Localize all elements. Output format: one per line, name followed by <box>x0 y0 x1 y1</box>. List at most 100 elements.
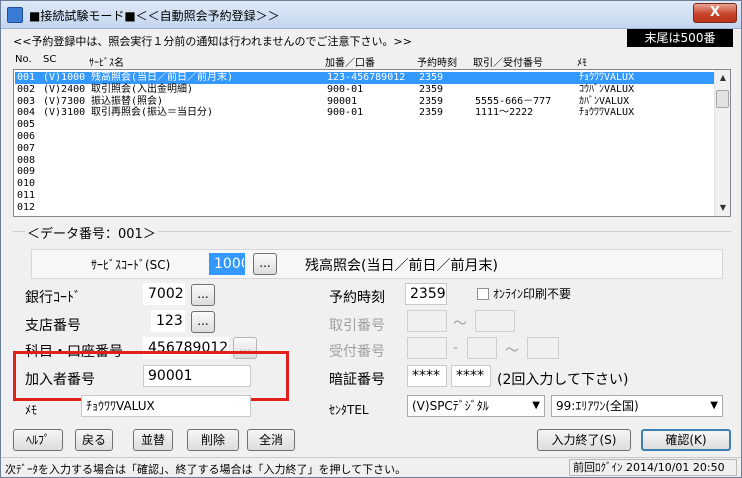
list-item[interactable]: 008 <box>15 155 715 167</box>
col-time: 予約時刻 <box>417 58 457 69</box>
list-item[interactable]: 010 <box>15 178 715 190</box>
pin-field-1[interactable]: **** <box>407 365 447 387</box>
time-label: 予約時刻 <box>329 290 385 306</box>
pin-label: 暗証番号 <box>329 372 385 388</box>
txn-tilde: ～ <box>453 316 467 332</box>
data-number-label: ＜データ番号：001＞ <box>25 223 158 242</box>
memo-field[interactable]: ﾁｮｳﾜﾜVALUX <box>81 395 251 417</box>
delete-button[interactable]: 削除 <box>187 429 239 451</box>
list-cell-name: 残高照会(当日／前日／前月末) <box>91 72 234 83</box>
branch-label: 支店番号 <box>25 318 81 334</box>
finish-input-button[interactable]: 入力終了(S) <box>537 429 631 451</box>
pin-hint: (2回入力して下さい) <box>497 372 629 388</box>
list-item[interactable]: 004 (V)3100 取引再照会(振込＝当日分) 900-01 2359 1111～22… <box>15 107 715 119</box>
txn-number-field-1[interactable] <box>407 310 447 332</box>
area-value: 99:ｴﾘｱﾜﾝ(全国) <box>556 399 639 413</box>
list-cell-no: 004 <box>17 107 36 119</box>
receipt-field-2[interactable] <box>467 337 497 359</box>
help-button[interactable]: ﾍﾙﾌﾟ <box>13 429 63 451</box>
list-cell-memo: ﾁｮｳﾜﾜVALUX <box>579 72 635 83</box>
list-cell-no: 012 <box>17 201 36 213</box>
list-item[interactable]: 002 (V)2400 取引照会(入出金明細) 900-01 2359 ｺｳﾊﾞﾝVALU… <box>15 84 715 96</box>
memo-label: ﾒﾓ <box>25 403 38 417</box>
list-cell-memo: ｺｳﾊﾞﾝVALUX <box>579 83 635 95</box>
status-bar: 次ﾃﾞｰﾀを入力する場合は「確認」、終了する場合は「入力終了」を押して下さい。 … <box>1 457 741 477</box>
list-cell-time: 2359 <box>419 83 444 95</box>
confirm-button[interactable]: 確認(K) <box>641 429 731 451</box>
receipt-field-1[interactable] <box>407 337 447 359</box>
online-print-label: ｵﾝﾗｲﾝ印刷不要 <box>493 287 572 301</box>
center-tel-label: ｾﾝﾀTEL <box>329 403 369 417</box>
receipt-field-3[interactable] <box>527 337 559 359</box>
bank-code-lookup-button[interactable]: ... <box>191 284 215 306</box>
col-no: No. <box>15 54 32 65</box>
list-cell-acct: 900-01 <box>327 83 364 95</box>
list-item[interactable]: 011 <box>15 190 715 202</box>
list-item[interactable]: 003 (V)7300 振込振替(照会) 90001 2359 5555-666－777 ｶ… <box>15 96 715 108</box>
scroll-up-icon[interactable]: ▲ <box>715 70 731 86</box>
list-item[interactable]: 001 (V)1000 残高照会(当日／前日／前月末) 123-456789012 23… <box>15 72 715 84</box>
service-name-text: 残高照会(当日／前日／前月末) <box>305 258 498 274</box>
list-item[interactable]: 007 <box>15 143 715 155</box>
status-message: 次ﾃﾞｰﾀを入力する場合は「確認」、終了する場合は「入力終了」を押して下さい。 <box>5 463 407 476</box>
time-field[interactable]: 2359 <box>405 283 447 305</box>
title-bar: ■接続試験モード■＜＜自動照会予約登録＞＞ X <box>1 1 741 29</box>
list-item[interactable]: 005 <box>15 119 715 131</box>
list-scrollbar[interactable]: ▲ ▼ <box>714 70 730 216</box>
online-print-checkbox[interactable] <box>477 288 489 300</box>
list-cell-sc: (V)7300 <box>43 95 86 107</box>
highlight-box <box>13 351 289 401</box>
scroll-thumb[interactable] <box>716 90 729 108</box>
list-cell-acct: 123-456789012 <box>327 72 406 83</box>
clear-all-button[interactable]: 全消 <box>247 429 295 451</box>
reservation-list[interactable]: 001 (V)1000 残高照会(当日／前日／前月末) 123-456789012 23… <box>13 69 731 217</box>
list-cell-sc: (V)1000 <box>43 72 86 83</box>
list-cell-no: 001 <box>17 72 36 83</box>
list-cell-txn: 5555-666－777 <box>475 95 552 107</box>
list-cell-no: 008 <box>17 154 36 166</box>
list-cell-time: 2359 <box>419 95 444 107</box>
back-button[interactable]: 戻る <box>75 429 113 451</box>
service-code-field[interactable]: 1000 <box>209 253 245 275</box>
list-cell-memo: ｶﾊﾞﾝVALUX <box>579 95 630 107</box>
receipt-dash: - <box>453 340 459 356</box>
sort-button[interactable]: 並替 <box>133 429 173 451</box>
list-cell-no: 010 <box>17 178 36 190</box>
list-item[interactable]: 012 <box>15 202 715 214</box>
col-sc: SC <box>43 54 57 65</box>
list-cell-no: 009 <box>17 166 36 178</box>
bank-code-field[interactable]: 7002 <box>143 283 185 305</box>
list-cell-name: 取引照会(入出金明細) <box>91 83 194 95</box>
close-button[interactable]: X <box>693 3 737 23</box>
txn-number-label: 取引番号 <box>329 318 385 334</box>
list-cell-acct: 900-01 <box>327 107 364 119</box>
txn-number-field-2[interactable] <box>475 310 515 332</box>
tail-number-badge: 末尾は500番 <box>627 29 733 47</box>
center-tel-select[interactable]: (V)SPCﾃﾞｼﾞﾀﾙ ▼ <box>407 395 545 417</box>
col-service-name: ｻｰﾋﾞｽ名 <box>89 58 124 69</box>
area-select[interactable]: 99:ｴﾘｱﾜﾝ(全国) ▼ <box>551 395 723 417</box>
list-item[interactable]: 009 <box>15 166 715 178</box>
branch-field[interactable]: 123 <box>151 310 185 332</box>
pin-field-2[interactable]: **** <box>451 365 491 387</box>
main-window: ■接続試験モード■＜＜自動照会予約登録＞＞ X <<予約登録中は、照会実行１分前… <box>0 0 742 478</box>
service-code-lookup-button[interactable]: ... <box>253 253 277 275</box>
list-cell-no: 006 <box>17 131 36 142</box>
list-cell-sc: (V)2400 <box>43 83 86 95</box>
list-cell-time: 2359 <box>419 72 444 83</box>
list-cell-no: 007 <box>17 142 36 154</box>
list-cell-name: 取引再照会(振込＝当日分) <box>91 107 214 119</box>
list-cell-sc: (V)3100 <box>43 107 86 119</box>
reservation-notice: <<予約登録中は、照会実行１分前の通知は行われませんのでご注意下さい。>> <box>13 35 412 48</box>
list-cell-no: 005 <box>17 119 36 131</box>
dropdown-arrow-icon: ▼ <box>710 400 718 411</box>
service-code-label: ｻｰﾋﾞｽｺｰﾄﾞ(SC) <box>91 258 171 272</box>
list-cell-time: 2359 <box>419 107 444 119</box>
list-cell-no: 011 <box>17 190 36 201</box>
center-tel-value: (V)SPCﾃﾞｼﾞﾀﾙ <box>412 399 489 413</box>
list-item[interactable]: 006 <box>15 131 715 143</box>
scroll-down-icon[interactable]: ▼ <box>715 200 731 216</box>
list-cell-txn: 1111～2222 <box>475 107 534 119</box>
branch-lookup-button[interactable]: ... <box>191 311 215 333</box>
table-header: No. SC ｻｰﾋﾞｽ名 加番／口番 予約時刻 取引／受付番号 ﾒﾓ <box>13 53 731 69</box>
